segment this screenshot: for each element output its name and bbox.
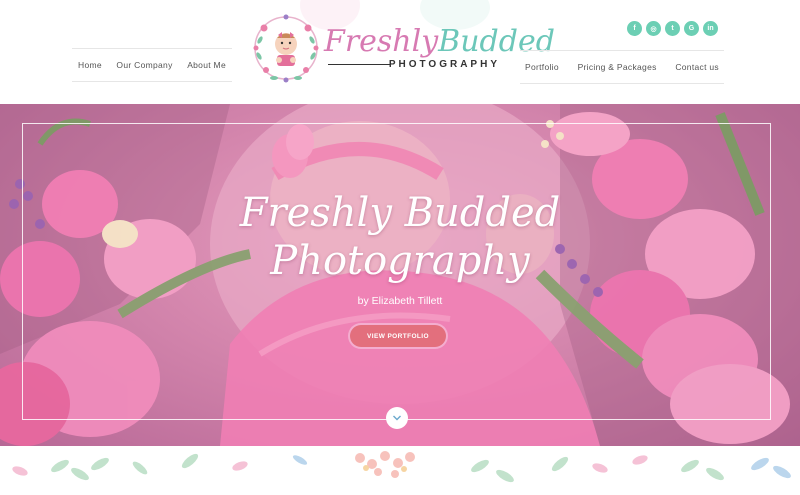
logo-word-freshly: Freshly xyxy=(324,24,439,59)
watercolor-leaves-decoration xyxy=(12,451,791,483)
google-plus-icon[interactable]: G xyxy=(684,21,699,36)
view-portfolio-button[interactable]: VIEW PORTFOLIO xyxy=(350,325,446,347)
nav-about-me[interactable]: About Me xyxy=(187,60,226,70)
chevron-down-icon xyxy=(393,415,401,421)
watercolor-foliage-strip xyxy=(0,446,800,495)
hero-title-line2: Photography xyxy=(270,238,530,284)
nav-portfolio[interactable]: Portfolio xyxy=(525,62,559,72)
facebook-icon[interactable]: f xyxy=(627,21,642,36)
primary-nav-right: Portfolio Pricing & Packages Contact us xyxy=(520,50,724,84)
site-header: Home Our Company About Me FreshlyBudded … xyxy=(0,0,800,104)
site-logo[interactable]: FreshlyBudded PHOTOGRAPHY xyxy=(250,12,555,86)
hero-title-line1: Freshly Budded xyxy=(239,190,561,236)
nav-contact-us[interactable]: Contact us xyxy=(675,62,719,72)
scroll-down-button[interactable] xyxy=(386,407,408,429)
nav-pricing-packages[interactable]: Pricing & Packages xyxy=(578,62,657,72)
primary-nav-left: Home Our Company About Me xyxy=(72,48,232,82)
hero-banner: Freshly Budded Photography by Elizabeth … xyxy=(0,104,800,446)
twitter-icon[interactable]: t xyxy=(665,21,680,36)
baby-badge-logo-icon xyxy=(253,14,319,83)
linkedin-icon[interactable]: in xyxy=(703,21,718,36)
nav-our-company[interactable]: Our Company xyxy=(116,60,172,70)
hero-byline: by Elizabeth Tillett xyxy=(357,295,443,307)
logo-wordmark: FreshlyBudded xyxy=(324,24,555,59)
social-links: f ◎ t G in xyxy=(627,21,718,36)
logo-subtitle: PHOTOGRAPHY xyxy=(388,59,500,70)
nav-home[interactable]: Home xyxy=(78,60,102,70)
instagram-icon[interactable]: ◎ xyxy=(646,21,661,36)
